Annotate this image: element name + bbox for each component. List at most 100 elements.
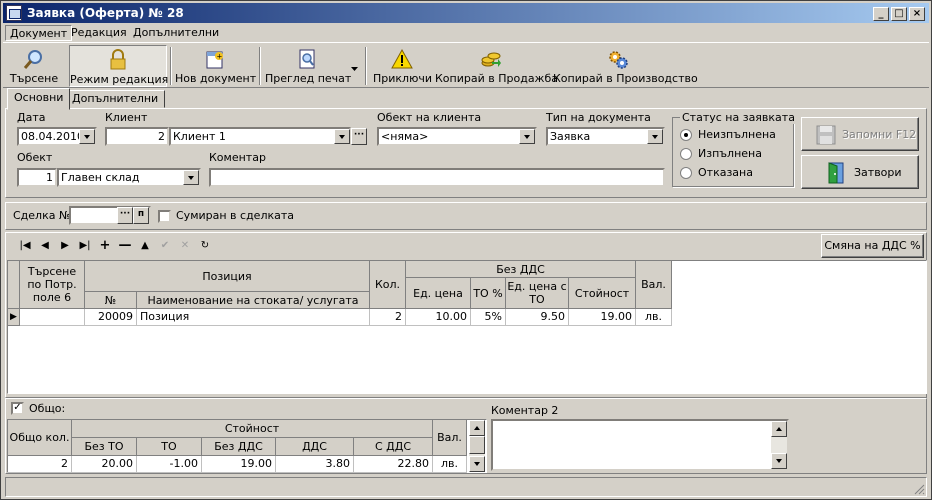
client-object-dropdown-button[interactable]	[519, 129, 535, 144]
print-preview-button[interactable]: Преглед печат	[265, 45, 351, 87]
scroll-down-button[interactable]	[469, 456, 485, 472]
totals-cell-vat: 3.80	[276, 456, 354, 473]
grid-header-qty[interactable]: Кол.	[370, 261, 406, 309]
close-window-button[interactable]: ×	[909, 7, 925, 21]
nav-prev-button[interactable]: ◀	[37, 239, 53, 253]
print-dropdown-arrow[interactable]	[351, 63, 359, 71]
grid-header-to-percent[interactable]: ТО %	[471, 278, 506, 309]
table-cell-unit-price-to[interactable]: 9.50	[506, 309, 569, 326]
date-dropdown-button[interactable]	[79, 129, 95, 144]
toolbar-separator	[365, 47, 367, 85]
totals-checkbox[interactable]: ✓	[11, 402, 24, 415]
client-object-field[interactable]: <няма>	[377, 127, 537, 146]
grid-header-position: Позиция	[85, 261, 370, 292]
grid-header-item-name[interactable]: Наименование на стоката/ услугата	[137, 292, 370, 309]
finish-button[interactable]: Приключи	[373, 45, 432, 87]
save-button[interactable]: Запомни F12	[801, 117, 919, 151]
deal-open-button[interactable]: п	[133, 207, 149, 224]
scroll-thumb[interactable]	[469, 436, 485, 454]
table-cell-qty[interactable]: 2	[370, 309, 406, 326]
nav-cancel-button[interactable]: ✕	[177, 239, 193, 253]
grid-header-search-by[interactable]: Търсене по Потр. поле 6	[20, 261, 85, 309]
vat-change-button[interactable]: Смяна на ДДС %	[821, 234, 924, 258]
comment2-scroll-down[interactable]	[771, 453, 787, 469]
copy-to-sales-button[interactable]: Копирай в Продажба	[435, 45, 558, 87]
status-group-title: Статус на заявката	[680, 111, 797, 124]
toolbar: Търсене Режим редакция + Нов документ Пр…	[3, 42, 929, 88]
svg-text:+: +	[217, 53, 223, 61]
totals-label: Общо:	[29, 402, 66, 415]
nav-add-button[interactable]: +	[97, 239, 113, 253]
close-button[interactable]: Затвори	[801, 155, 919, 189]
client-dropdown-button[interactable]	[334, 129, 350, 144]
client-name-field[interactable]: Клиент 1	[169, 127, 351, 146]
client-id-field[interactable]: 2	[105, 127, 169, 146]
warning-icon	[391, 48, 413, 69]
menu-additional[interactable]: Допълнителни	[129, 25, 223, 41]
grid-header-value[interactable]: Стойност	[569, 278, 636, 309]
magnifier-icon	[23, 50, 42, 69]
comment2-scrollbar[interactable]	[771, 421, 787, 469]
table-cell-unit-price[interactable]: 10.00	[406, 309, 471, 326]
object-id-field[interactable]: 1	[17, 168, 57, 187]
new-document-icon: +	[206, 51, 223, 69]
nav-first-button[interactable]: |◀	[17, 239, 33, 253]
table-cell-item-name[interactable]: Позиция	[137, 309, 370, 326]
nav-post-button[interactable]: ✔	[157, 239, 173, 253]
totals-header-with-vat: С ДДС	[354, 438, 433, 456]
maximize-button[interactable]: □	[891, 7, 907, 21]
grid-header-unit-price-to[interactable]: Ед. цена с ТО	[506, 278, 569, 309]
comment-field[interactable]	[209, 168, 665, 187]
client-browse-button[interactable]: ···	[351, 128, 367, 145]
grid-header-unit-price[interactable]: Ед. цена	[406, 278, 471, 309]
gears-icon	[609, 51, 628, 69]
tab-additional[interactable]: Допълнителни	[65, 90, 166, 108]
summed-in-deal-checkbox[interactable]	[158, 210, 171, 223]
deal-browse-button[interactable]: ···	[117, 207, 133, 224]
nav-delete-button[interactable]: —	[117, 239, 133, 253]
scroll-up-button[interactable]	[469, 420, 485, 436]
copy-to-production-button[interactable]: Копирай в Производство	[553, 45, 698, 87]
table-cell-search[interactable]	[20, 309, 85, 326]
comment2-scroll-up[interactable]	[771, 421, 787, 437]
nav-next-button[interactable]: ▶	[57, 239, 73, 253]
grid-header-currency[interactable]: Вал.	[636, 261, 672, 309]
table-cell-number[interactable]: 20009	[85, 309, 137, 326]
comment2-textarea[interactable]	[491, 419, 789, 471]
new-document-button[interactable]: + Нов документ	[175, 45, 256, 87]
totals-cell-currency: лв.	[433, 456, 467, 473]
tab-main[interactable]: Основни	[7, 88, 71, 110]
totals-scrollbar[interactable]	[469, 420, 485, 472]
table-cell-currency[interactable]: лв.	[636, 309, 672, 326]
floppy-disk-icon	[816, 125, 836, 145]
title-bar[interactable]: Заявка (Оферта) № 28 _ □ ×	[3, 3, 929, 23]
doc-type-dropdown-button[interactable]	[647, 129, 663, 144]
doc-type-label: Тип на документа	[546, 111, 651, 124]
search-button[interactable]: Търсене	[7, 45, 61, 87]
nav-refresh-button[interactable]: ↻	[197, 239, 213, 253]
resize-grip-icon[interactable]	[913, 483, 925, 495]
grid-header-number[interactable]: №	[85, 292, 137, 309]
row-indicator-header	[8, 261, 20, 309]
totals-cell-qty: 2	[8, 456, 72, 473]
minimize-button[interactable]: _	[873, 7, 889, 21]
main-window: Заявка (Оферта) № 28 _ □ × Документ Реда…	[0, 0, 932, 500]
edit-mode-button[interactable]: Режим редакция	[69, 45, 168, 87]
table-cell-value[interactable]: 19.00	[569, 309, 636, 326]
nav-last-button[interactable]: ▶|	[77, 239, 93, 253]
status-radio-rejected[interactable]	[680, 167, 692, 179]
table-cell-to-percent[interactable]: 5%	[471, 309, 506, 326]
totals-header-vat: ДДС	[276, 438, 354, 456]
status-radio-unfulfilled[interactable]	[680, 129, 692, 141]
menu-document[interactable]: Документ	[5, 25, 73, 41]
chevron-down-icon	[351, 67, 358, 71]
totals-header-total-qty: Общо кол.	[8, 420, 72, 456]
status-radio-fulfilled[interactable]	[680, 148, 692, 160]
object-dropdown-button[interactable]	[183, 170, 199, 185]
object-name-field[interactable]: Главен склад	[57, 168, 201, 187]
lock-icon	[110, 49, 126, 70]
totals-cell-no-to: 20.00	[72, 456, 137, 473]
nav-edit-button[interactable]: ▲	[137, 239, 153, 253]
menu-edit[interactable]: Редакция	[67, 25, 131, 41]
menu-bar: Документ Редакция Допълнителни	[3, 24, 929, 42]
